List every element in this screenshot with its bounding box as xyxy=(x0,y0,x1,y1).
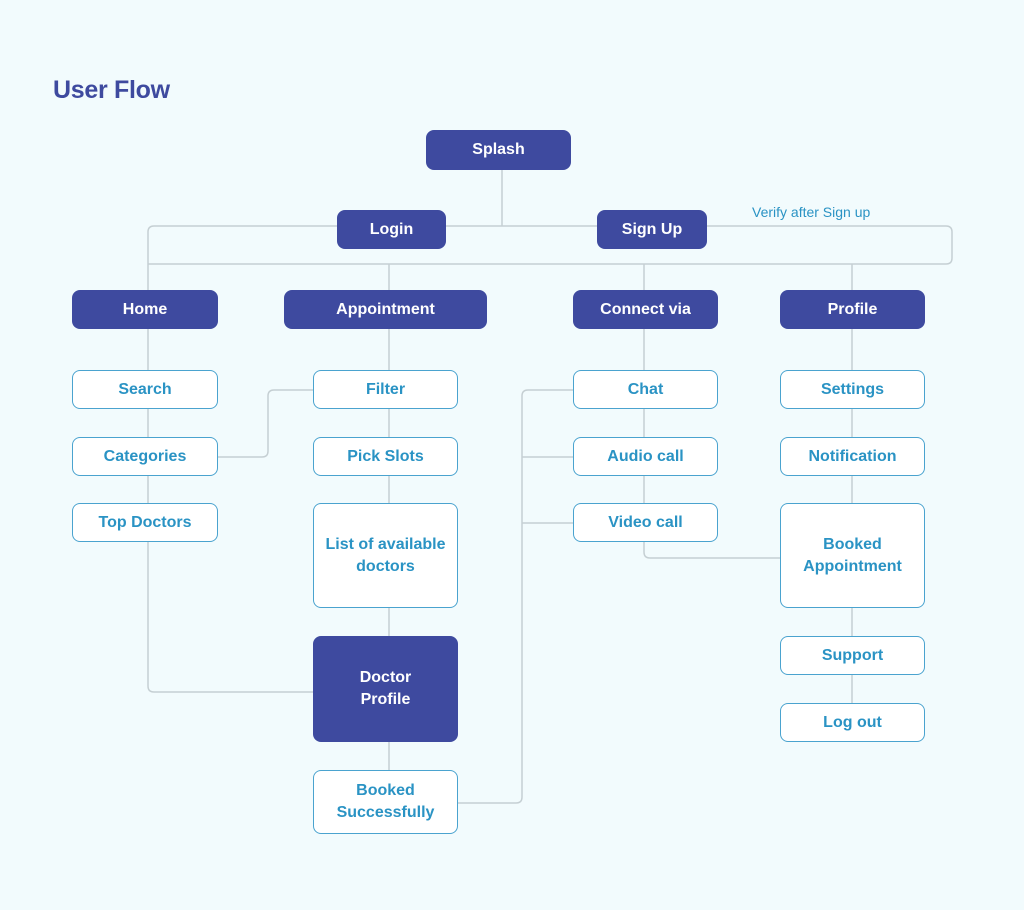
node-support[interactable]: Support xyxy=(780,636,925,675)
node-signup[interactable]: Sign Up xyxy=(597,210,707,249)
edge-login-signup-bus xyxy=(147,225,953,265)
node-splash[interactable]: Splash xyxy=(426,130,571,170)
node-search[interactable]: Search xyxy=(72,370,218,409)
node-doctor-profile[interactable]: Doctor Profile xyxy=(313,636,458,742)
node-list-available-doctors[interactable]: List of available doctors xyxy=(313,503,458,608)
node-booked-appointment[interactable]: Booked Appointment xyxy=(780,503,925,608)
node-top-doctors[interactable]: Top Doctors xyxy=(72,503,218,542)
verify-note: Verify after Sign up xyxy=(752,204,871,220)
node-video-call[interactable]: Video call xyxy=(573,503,718,542)
node-categories[interactable]: Categories xyxy=(72,437,218,476)
node-connect-via[interactable]: Connect via xyxy=(573,290,718,329)
node-home[interactable]: Home xyxy=(72,290,218,329)
node-audio-call[interactable]: Audio call xyxy=(573,437,718,476)
node-log-out[interactable]: Log out xyxy=(780,703,925,742)
edge-categories-to-filter xyxy=(218,389,313,458)
node-notification[interactable]: Notification xyxy=(780,437,925,476)
node-settings[interactable]: Settings xyxy=(780,370,925,409)
edge-booked-to-connect xyxy=(458,389,573,804)
node-pick-slots[interactable]: Pick Slots xyxy=(313,437,458,476)
node-login[interactable]: Login xyxy=(337,210,446,249)
node-chat[interactable]: Chat xyxy=(573,370,718,409)
node-profile[interactable]: Profile xyxy=(780,290,925,329)
node-appointment[interactable]: Appointment xyxy=(284,290,487,329)
node-booked-successfully[interactable]: Booked Successfully xyxy=(313,770,458,834)
node-filter[interactable]: Filter xyxy=(313,370,458,409)
